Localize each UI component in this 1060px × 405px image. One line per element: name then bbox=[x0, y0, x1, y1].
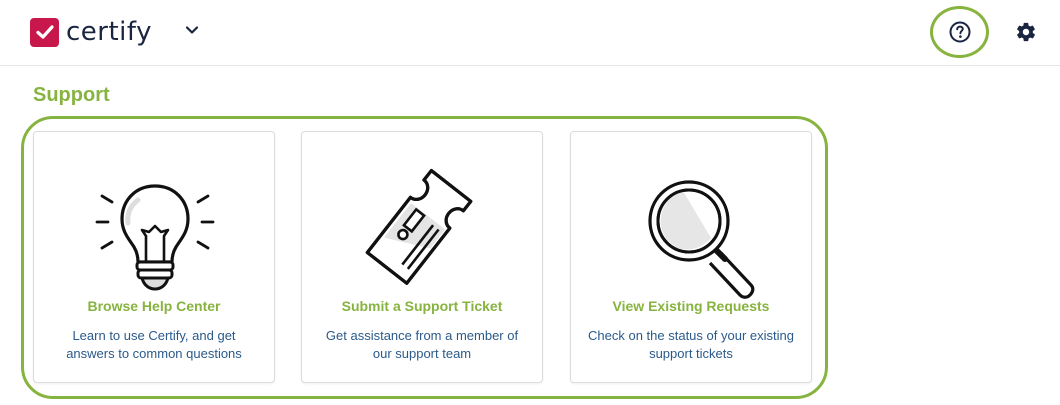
brand-name: certify bbox=[66, 17, 152, 47]
settings-button[interactable] bbox=[1013, 19, 1039, 45]
magnifying-glass-icon bbox=[648, 180, 755, 299]
card-description: Learn to use Certify, and get answers to… bbox=[66, 328, 242, 361]
card-description: Check on the status of your existing sup… bbox=[588, 328, 794, 361]
card-title: View Existing Requests bbox=[612, 298, 770, 314]
card-title: Browse Help Center bbox=[87, 298, 221, 314]
lightbulb-icon bbox=[95, 184, 215, 291]
page-title: Support bbox=[33, 84, 110, 106]
chevron-down-icon[interactable] bbox=[183, 21, 201, 39]
checkmark-icon bbox=[30, 17, 59, 47]
ticket-icon bbox=[365, 168, 473, 285]
submit-support-ticket-card[interactable]: Submit a Support Ticket Get assistance f… bbox=[301, 131, 543, 383]
browse-help-center-card[interactable]: Browse Help Center Learn to use Certify,… bbox=[33, 131, 275, 383]
card-title: Submit a Support Ticket bbox=[341, 298, 503, 314]
question-circle-icon bbox=[949, 21, 970, 43]
view-existing-requests-card[interactable]: View Existing Requests Check on the stat… bbox=[570, 131, 812, 383]
card-description: Get assistance from a member of our supp… bbox=[325, 328, 519, 361]
gear-icon bbox=[1017, 22, 1035, 42]
top-navigation-bar: certify bbox=[0, 0, 1060, 66]
certify-logo[interactable]: certify bbox=[30, 17, 152, 47]
help-button[interactable] bbox=[930, 6, 989, 58]
